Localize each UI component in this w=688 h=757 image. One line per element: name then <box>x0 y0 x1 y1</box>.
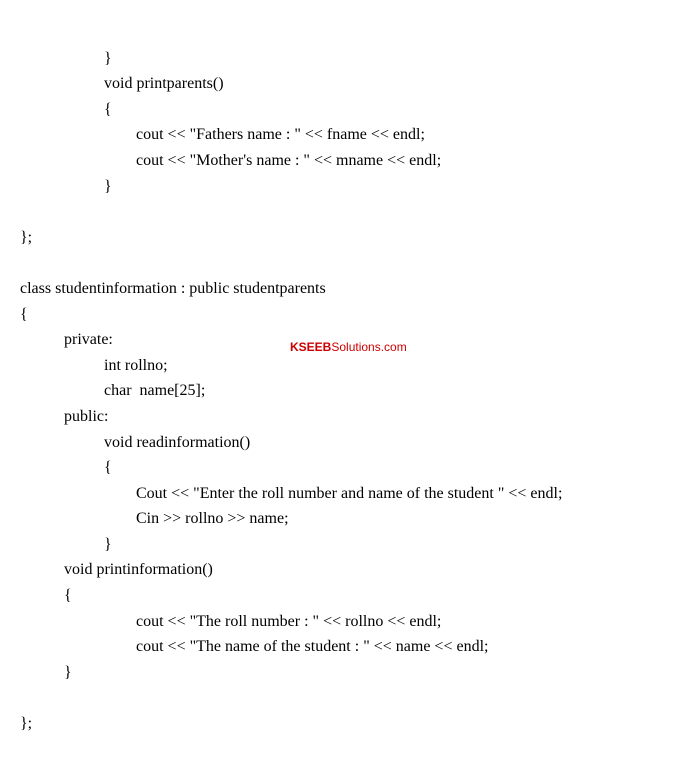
watermark-prefix: KSEEB <box>290 340 331 354</box>
code-line: cout << "The name of the student : " << … <box>20 638 488 655</box>
code-line: { <box>20 587 72 604</box>
code-line: private: <box>20 331 113 348</box>
code-snippet: } void printparents() { cout << "Fathers… <box>20 20 668 737</box>
code-line: { <box>20 101 112 118</box>
watermark: KSEEBSolutions.com <box>290 340 407 354</box>
code-line: void readinformation() <box>20 434 250 451</box>
code-line: void printparents() <box>20 75 224 92</box>
code-line: { <box>20 306 28 323</box>
code-line: } <box>20 664 72 681</box>
code-line: Cout << "Enter the roll number and name … <box>20 485 562 502</box>
code-line: } <box>20 50 112 67</box>
code-line: public: <box>20 408 108 425</box>
code-line: Cin >> rollno >> name; <box>20 510 289 527</box>
code-line: void printinformation() <box>20 561 213 578</box>
code-line: }; <box>20 229 32 246</box>
code-line: cout << "Mother's name : " << mname << e… <box>20 152 441 169</box>
watermark-suffix: Solutions.com <box>331 340 406 354</box>
code-line: int rollno; <box>20 357 168 374</box>
code-line: class studentinformation : public studen… <box>20 280 326 297</box>
code-line: cout << "Fathers name : " << fname << en… <box>20 126 425 143</box>
code-line: }; <box>20 715 32 732</box>
code-line: cout << "The roll number : " << rollno <… <box>20 613 441 630</box>
code-line: } <box>20 536 112 553</box>
code-line: } <box>20 178 112 195</box>
code-line: { <box>20 459 112 476</box>
code-line: char name[25]; <box>20 382 205 399</box>
